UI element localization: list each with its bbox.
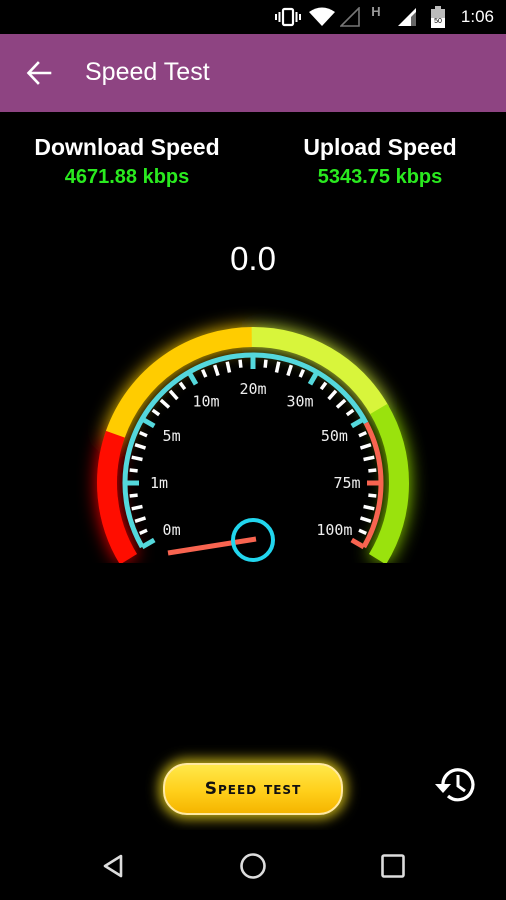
gauge-major-tick	[140, 416, 156, 429]
gauge-scale-label: 100m	[316, 521, 352, 539]
gauge-scale-label: 10m	[192, 393, 219, 411]
gauge-minor-tick	[286, 364, 293, 377]
status-bar: H 50 1:06	[0, 0, 506, 34]
gauge-scale-label: 0m	[163, 521, 181, 539]
gauge-minor-tick	[274, 361, 281, 373]
speed-test-button-label: Speed test	[204, 779, 302, 799]
download-value: 4671.88 kbps	[64, 166, 190, 188]
gauge-minor-tick	[319, 381, 328, 391]
wifi-icon	[308, 0, 336, 34]
gauge-major-tick	[350, 537, 366, 550]
arrow-left-icon	[26, 61, 52, 85]
gauge-minor-tick	[363, 455, 375, 462]
gauge-scale-label: 75m	[333, 474, 360, 492]
gauge-minor-tick	[335, 398, 347, 409]
gauge-minor-tick	[131, 504, 143, 511]
gauge-minor-tick	[151, 408, 161, 417]
download-result: Download Speed 4671.88 kbps	[27, 134, 227, 189]
gauge-scale-label: 20m	[239, 380, 266, 398]
navigation-bar	[0, 830, 506, 900]
gauge-minor-tick	[225, 361, 232, 373]
gauge-minor-tick	[263, 359, 268, 368]
recents-icon	[381, 854, 405, 878]
current-speed-readout: 0.0	[230, 240, 276, 277]
download-label: Download Speed	[34, 134, 220, 160]
gauge-minor-tick	[129, 493, 138, 498]
network-type-label: H	[371, 3, 381, 19]
home-icon	[240, 853, 266, 879]
speedometer-gauge: 0m 1m 5m 10m 20m 30m 50m 75m 100m	[97, 327, 409, 563]
gauge-labels: 0m 1m 5m 10m 20m 30m 50m 75m 100m	[150, 380, 361, 539]
gauge-zone-1	[105, 327, 255, 438]
hspa-icon: H	[368, 0, 384, 28]
upload-result: Upload Speed 5343.75 kbps	[280, 134, 480, 189]
gauge-minor-tick	[238, 359, 243, 368]
gauge-minor-tick	[368, 493, 377, 498]
gauge-needle	[167, 536, 257, 556]
gauge-minor-tick	[139, 430, 148, 438]
history-button[interactable]	[432, 760, 480, 808]
speed-test-button[interactable]: Speed test	[163, 763, 343, 815]
gauge-major-tick	[307, 370, 320, 386]
page-title: Speed Test	[85, 58, 210, 86]
gauge-minor-tick	[298, 369, 306, 378]
nav-back-button[interactable]	[96, 848, 132, 884]
gauge-scale-label: 5m	[163, 427, 181, 445]
gauge-minor-tick	[368, 468, 377, 473]
gauge-scale-label: 30m	[286, 393, 313, 411]
gauge-scale-label: 50m	[321, 427, 348, 445]
back-icon	[103, 854, 123, 878]
app-bar: Speed Test	[0, 34, 506, 112]
gauge-minor-tick	[213, 364, 220, 377]
upload-value: 5343.75 kbps	[317, 166, 443, 188]
gauge-minor-tick	[345, 408, 355, 417]
gauge-minor-tick	[363, 504, 375, 511]
gauge-minor-tick	[327, 389, 338, 401]
vibrate-icon	[274, 0, 302, 34]
gauge-minor-tick	[131, 455, 143, 462]
signal-icon	[396, 0, 418, 34]
gauge-scale-label: 1m	[150, 474, 168, 492]
history-icon	[435, 768, 475, 802]
gauge-minor-tick	[134, 443, 147, 450]
gauge-minor-tick	[200, 369, 208, 378]
gauge-minor-tick	[358, 430, 367, 438]
gauge-minor-tick	[129, 468, 138, 473]
gauge-minor-tick	[358, 528, 367, 536]
gauge-minor-tick	[178, 381, 187, 391]
nav-home-button[interactable]	[235, 848, 271, 884]
gauge-major-tick	[186, 370, 199, 386]
nav-recents-button[interactable]	[375, 848, 411, 884]
gauge-minor-tick	[359, 516, 372, 523]
gauge-minor-tick	[139, 528, 148, 536]
battery-level: 50	[434, 18, 442, 25]
battery-icon: 50	[430, 0, 446, 34]
gauge-minor-tick	[134, 516, 147, 523]
gauge-minor-tick	[359, 443, 372, 450]
clock: 1:06	[460, 7, 494, 26]
gauge-major-tick	[350, 416, 366, 429]
gauge-minor-tick	[159, 398, 171, 409]
gauge-minor-tick	[168, 389, 179, 401]
signal-empty-icon	[339, 0, 361, 34]
gauge-color-zones	[97, 327, 409, 563]
upload-label: Upload Speed	[303, 134, 457, 160]
back-button[interactable]	[22, 56, 56, 90]
gauge-major-tick	[140, 537, 156, 550]
